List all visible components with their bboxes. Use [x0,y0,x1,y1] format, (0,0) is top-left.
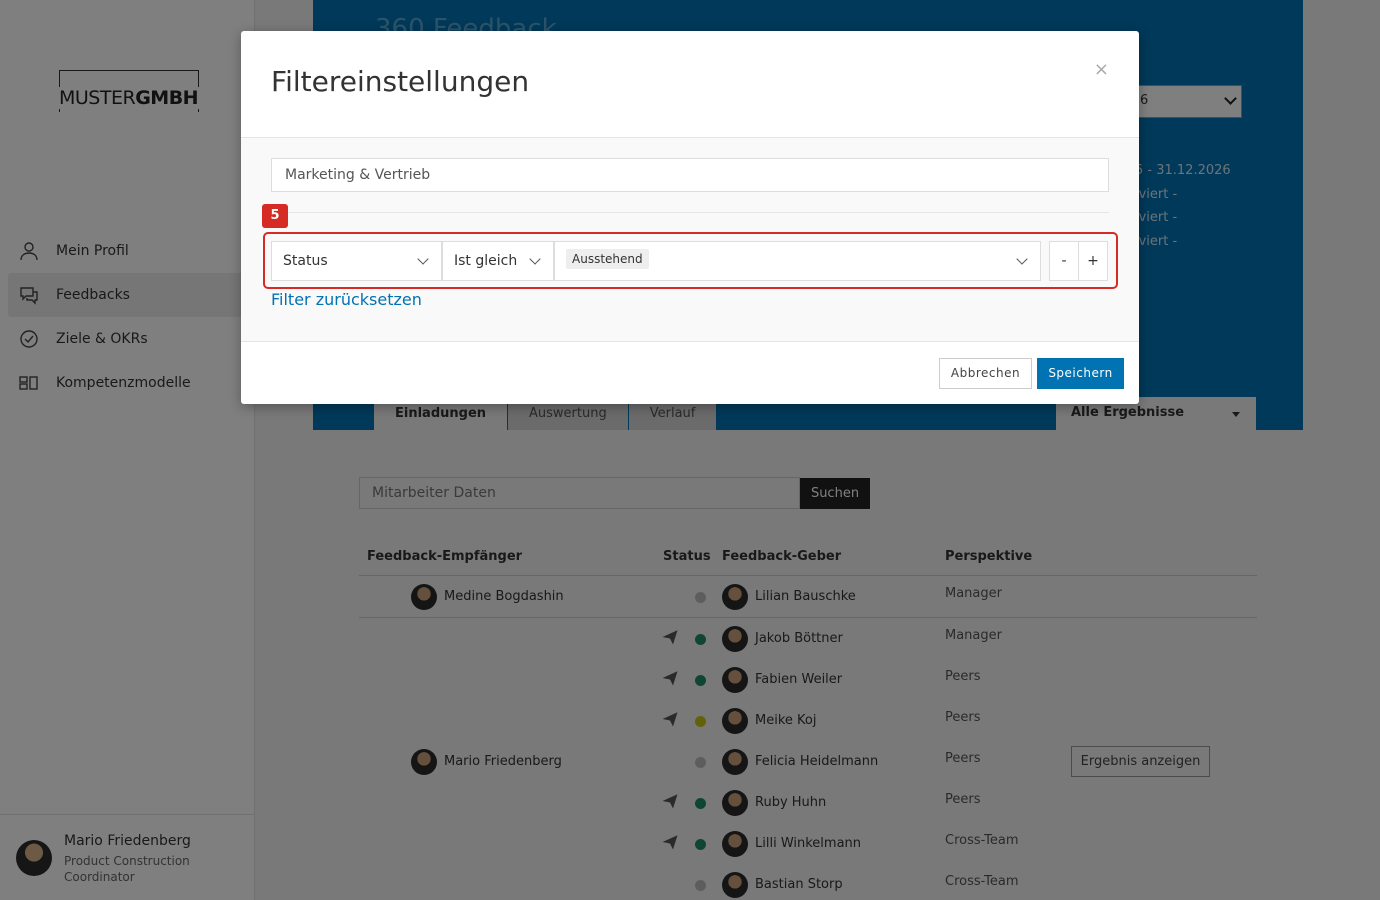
step-badge: 5 [262,204,288,228]
modal-title: Filtereinstellungen [271,65,530,98]
filter-value-select[interactable]: Ausstehend [554,241,1041,281]
close-icon[interactable]: × [1094,59,1109,80]
reset-filter-link[interactable]: Filter zurücksetzen [271,290,422,309]
chevron-down-icon [1016,253,1028,265]
remove-filter-button[interactable]: - [1049,241,1079,281]
filter-operator-select[interactable]: Ist gleich [442,241,554,281]
save-button[interactable]: Speichern [1037,358,1124,389]
filter-field-select[interactable]: Status [271,241,442,281]
modal-header: Filtereinstellungen × [241,31,1139,138]
filter-settings-modal: Filtereinstellungen × 5 Status Ist gleic… [241,31,1139,404]
add-filter-button[interactable]: + [1078,241,1108,281]
filter-value-tag[interactable]: Ausstehend [566,249,649,269]
chevron-down-icon [417,253,429,265]
modal-body: 5 Status Ist gleich Ausstehend - + Filte… [241,138,1139,342]
divider [271,212,1109,213]
cancel-button[interactable]: Abbrechen [939,358,1032,389]
filter-field-value: Status [283,253,328,269]
chevron-down-icon [529,253,541,265]
modal-footer: Abbrechen Speichern [241,343,1139,404]
filter-operator-value: Ist gleich [454,253,518,269]
filter-name-input[interactable] [271,158,1109,192]
